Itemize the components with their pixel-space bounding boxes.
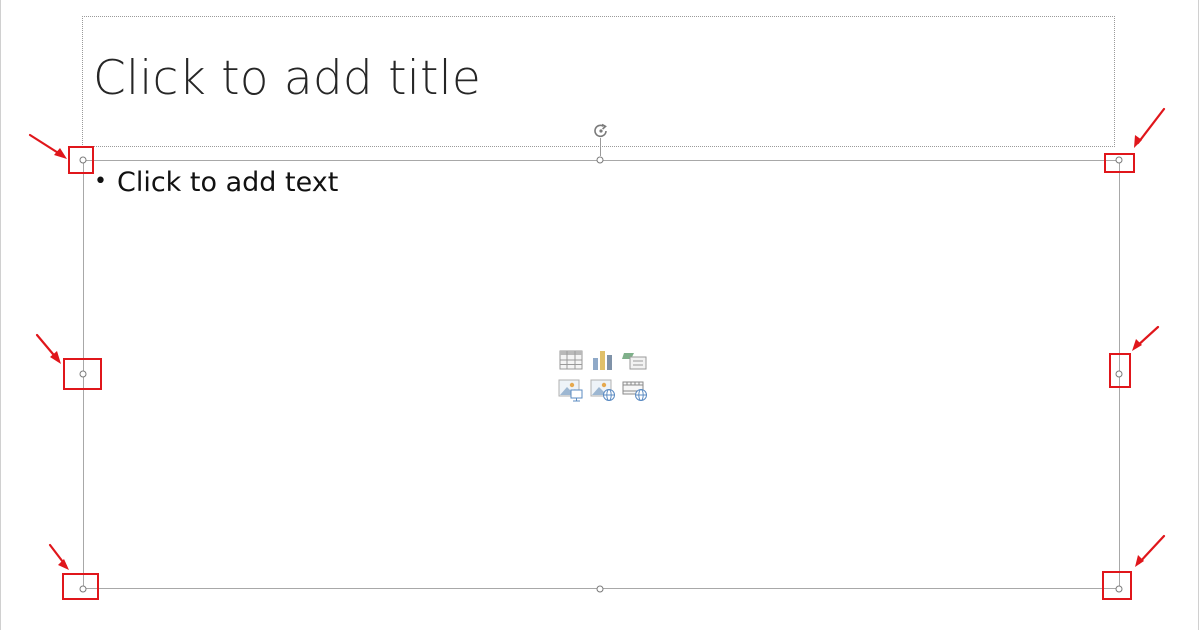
content-insert-icons	[556, 346, 650, 404]
insert-online-picture-icon[interactable]	[588, 376, 618, 404]
insert-table-icon[interactable]	[556, 346, 586, 374]
highlight-box-top-left	[68, 146, 94, 174]
arrow-bottom-left	[48, 543, 68, 568]
arrow-bottom-right	[1137, 534, 1166, 565]
insert-picture-icon[interactable]	[556, 376, 586, 404]
arrow-top-left	[28, 133, 65, 158]
resize-handle-top-center[interactable]	[596, 156, 604, 164]
arrow-middle-right	[1134, 325, 1160, 349]
bullet-glyph: •	[94, 169, 107, 194]
highlight-box-bottom-right	[1102, 571, 1132, 600]
title-placeholder-text[interactable]: Click to add title	[93, 51, 481, 106]
content-placeholder-label: Click to add text	[116, 167, 339, 198]
rotate-handle-icon[interactable]	[592, 122, 610, 140]
content-placeholder-text[interactable]: • Click to add text	[94, 167, 338, 198]
highlight-box-middle-right	[1109, 353, 1131, 388]
resize-handle-bottom-center[interactable]	[596, 585, 604, 593]
insert-chart-icon[interactable]	[588, 346, 618, 374]
slide-edge-left	[0, 0, 1, 630]
arrow-top-right	[1136, 107, 1166, 145]
insert-video-icon[interactable]	[620, 376, 650, 404]
highlight-box-middle-left	[63, 358, 102, 390]
arrow-middle-left	[35, 333, 60, 362]
highlight-box-top-right	[1104, 153, 1135, 173]
rotate-handle-stem	[600, 138, 601, 156]
insert-smartart-icon[interactable]	[620, 346, 650, 374]
highlight-box-bottom-left	[62, 573, 99, 600]
slide-edge-right	[1198, 0, 1199, 630]
